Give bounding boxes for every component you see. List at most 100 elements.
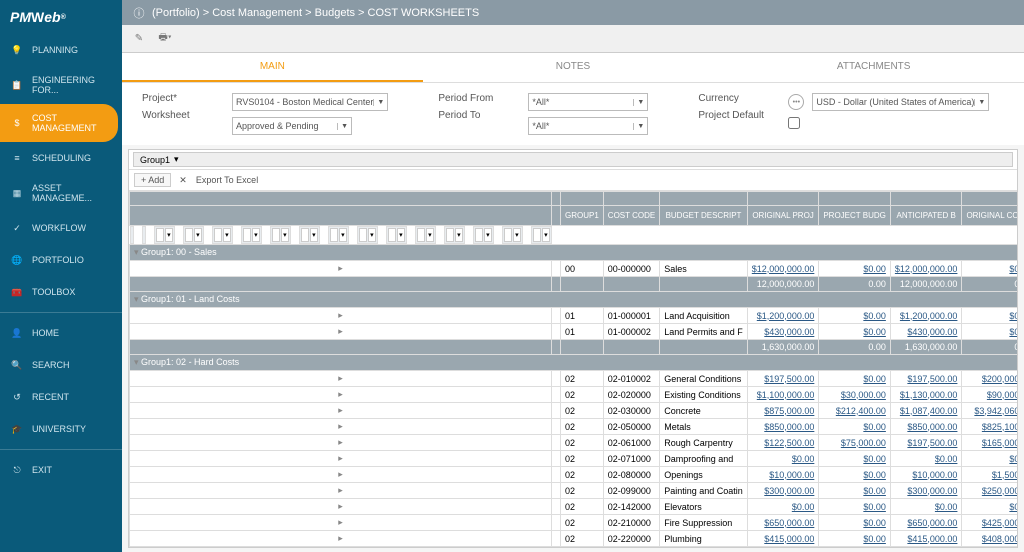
row-action[interactable] bbox=[552, 308, 561, 324]
cell-value[interactable]: $634,000.00 bbox=[962, 547, 1017, 548]
filter-icon[interactable]: ▾ bbox=[397, 228, 404, 242]
cell-value[interactable]: $0.00 bbox=[962, 308, 1017, 324]
column-filter-input[interactable] bbox=[156, 228, 165, 242]
group-header-row[interactable]: ▾ Group1: 01 - Land Costs bbox=[130, 292, 1018, 308]
cell-value[interactable]: $875,000.00 bbox=[747, 403, 819, 419]
project-default-checkbox[interactable] bbox=[788, 117, 800, 129]
cell-value[interactable]: $75,000.00 bbox=[819, 435, 891, 451]
group-header-row[interactable]: ▾ Group1: 00 - Sales bbox=[130, 245, 1018, 261]
cell-value[interactable]: $300,000.00 bbox=[890, 483, 962, 499]
column-filter-input[interactable] bbox=[301, 228, 310, 242]
cell-value[interactable]: $0.00 bbox=[819, 419, 891, 435]
expand-icon[interactable]: ▸ bbox=[130, 515, 552, 531]
filter-icon[interactable]: ▾ bbox=[339, 228, 346, 242]
cell-value[interactable]: $415,000.00 bbox=[890, 531, 962, 547]
cell-value[interactable]: $300,000.00 bbox=[747, 483, 819, 499]
cell-value[interactable]: $0.00 bbox=[890, 451, 962, 467]
expand-icon[interactable]: ▸ bbox=[130, 451, 552, 467]
column-filter-input[interactable] bbox=[417, 228, 426, 242]
cell-value[interactable]: $10,000.00 bbox=[890, 467, 962, 483]
nav-home[interactable]: 👤HOME bbox=[0, 317, 122, 349]
cell-value[interactable]: $200,000.00 bbox=[962, 371, 1017, 387]
cell-value[interactable]: $0.00 bbox=[819, 483, 891, 499]
cell-value[interactable]: $0.00 bbox=[819, 467, 891, 483]
row-action[interactable] bbox=[552, 515, 561, 531]
filter-icon[interactable]: ▾ bbox=[165, 228, 172, 242]
expand-icon[interactable]: ▸ bbox=[130, 547, 552, 548]
cell-value[interactable]: $415,000.00 bbox=[747, 531, 819, 547]
column-filter-input[interactable] bbox=[243, 228, 252, 242]
expand-icon[interactable]: ▸ bbox=[130, 435, 552, 451]
nav-cost-management[interactable]: $COST MANAGEMENT bbox=[0, 104, 118, 142]
cell-value[interactable]: $12,000,000.00 bbox=[747, 261, 819, 277]
col-header[interactable]: ORIGINAL COMM bbox=[962, 206, 1017, 226]
column-filter-input[interactable] bbox=[185, 228, 194, 242]
collapse-icon[interactable]: ▾ bbox=[134, 294, 139, 304]
filter-icon[interactable]: ▾ bbox=[513, 228, 520, 242]
col-header[interactable]: BUDGET DESCRIPT bbox=[660, 206, 748, 226]
cell-value[interactable]: $0.00 bbox=[747, 499, 819, 515]
cell-value[interactable]: $0.00 bbox=[819, 261, 891, 277]
cell-value[interactable]: $0.00 bbox=[819, 515, 891, 531]
cell-value[interactable]: $0.00 bbox=[819, 324, 891, 340]
col-header[interactable]: GROUP1 bbox=[561, 206, 604, 226]
nav-exit[interactable]: ⎋EXIT bbox=[0, 454, 122, 486]
filter-icon[interactable]: ▾ bbox=[542, 228, 549, 242]
row-action[interactable] bbox=[552, 387, 561, 403]
filter-icon[interactable]: ▾ bbox=[252, 228, 259, 242]
nav-recent[interactable]: ↺RECENT bbox=[0, 381, 122, 413]
cell-value[interactable]: $3,942,060.00 bbox=[962, 403, 1017, 419]
cell-value[interactable]: $0.00 bbox=[962, 499, 1017, 515]
cell-value[interactable]: $410,000.00 bbox=[747, 547, 819, 548]
col-header[interactable] bbox=[552, 206, 561, 226]
cell-value[interactable]: $410,000.00 bbox=[890, 547, 962, 548]
cell-value[interactable]: $430,000.00 bbox=[890, 324, 962, 340]
nav-search[interactable]: 🔍SEARCH bbox=[0, 349, 122, 381]
expand-icon[interactable]: ▸ bbox=[130, 371, 552, 387]
cell-value[interactable]: $0.00 bbox=[819, 451, 891, 467]
collapse-icon[interactable]: ▾ bbox=[134, 247, 139, 257]
nav-workflow[interactable]: ✓WORKFLOW bbox=[0, 212, 122, 244]
cell-value[interactable]: $1,500.00 bbox=[962, 467, 1017, 483]
edit-icon[interactable]: ✎ bbox=[132, 32, 146, 46]
filter-icon[interactable]: ▾ bbox=[368, 228, 375, 242]
tab-attachments[interactable]: ATTACHMENTS bbox=[723, 53, 1024, 82]
tab-notes[interactable]: NOTES bbox=[423, 53, 724, 82]
row-action[interactable] bbox=[552, 467, 561, 483]
cell-value[interactable]: $122,500.00 bbox=[747, 435, 819, 451]
filter-icon[interactable]: ▾ bbox=[426, 228, 433, 242]
filter-icon[interactable]: ▾ bbox=[484, 228, 491, 242]
cell-value[interactable]: $1,200,000.00 bbox=[890, 308, 962, 324]
cell-value[interactable]: $250,000.00 bbox=[962, 483, 1017, 499]
nav-asset-manageme-[interactable]: ▦ASSET MANAGEME... bbox=[0, 174, 122, 212]
cell-value[interactable]: $0.00 bbox=[819, 547, 891, 548]
grid-scroll[interactable]: B VS CGROUP1COST CODEBUDGET DESCRIPTORIG… bbox=[129, 191, 1017, 547]
cell-value[interactable]: $0.00 bbox=[962, 261, 1017, 277]
cell-value[interactable]: $1,100,000.00 bbox=[747, 387, 819, 403]
filter-icon[interactable]: ▾ bbox=[310, 228, 317, 242]
cell-value[interactable]: $0.00 bbox=[962, 324, 1017, 340]
cell-value[interactable]: $850,000.00 bbox=[747, 419, 819, 435]
expand-icon[interactable]: ▸ bbox=[130, 531, 552, 547]
filter-icon[interactable]: ▾ bbox=[281, 228, 288, 242]
expand-icon[interactable]: ▸ bbox=[130, 308, 552, 324]
row-action[interactable] bbox=[552, 403, 561, 419]
row-action[interactable] bbox=[552, 531, 561, 547]
cell-value[interactable]: $0.00 bbox=[747, 451, 819, 467]
period-to-select[interactable]: *All*▼ bbox=[528, 117, 648, 135]
cell-value[interactable]: $425,000.00 bbox=[962, 515, 1017, 531]
expand-icon[interactable]: ▸ bbox=[130, 403, 552, 419]
period-from-select[interactable]: *All*▼ bbox=[528, 93, 648, 111]
currency-icon[interactable]: ••• bbox=[788, 94, 804, 110]
info-icon[interactable]: ⓘ bbox=[132, 6, 146, 20]
cell-value[interactable]: $1,087,400.00 bbox=[890, 403, 962, 419]
row-action[interactable] bbox=[552, 261, 561, 277]
column-filter-input[interactable] bbox=[214, 228, 223, 242]
tab-main[interactable]: MAIN bbox=[122, 53, 423, 82]
cell-value[interactable]: $825,100.00 bbox=[962, 419, 1017, 435]
cell-value[interactable]: $10,000.00 bbox=[747, 467, 819, 483]
row-action[interactable] bbox=[552, 419, 561, 435]
cell-value[interactable]: $650,000.00 bbox=[747, 515, 819, 531]
cell-value[interactable]: $197,500.00 bbox=[890, 435, 962, 451]
expand-icon[interactable]: ▸ bbox=[130, 467, 552, 483]
